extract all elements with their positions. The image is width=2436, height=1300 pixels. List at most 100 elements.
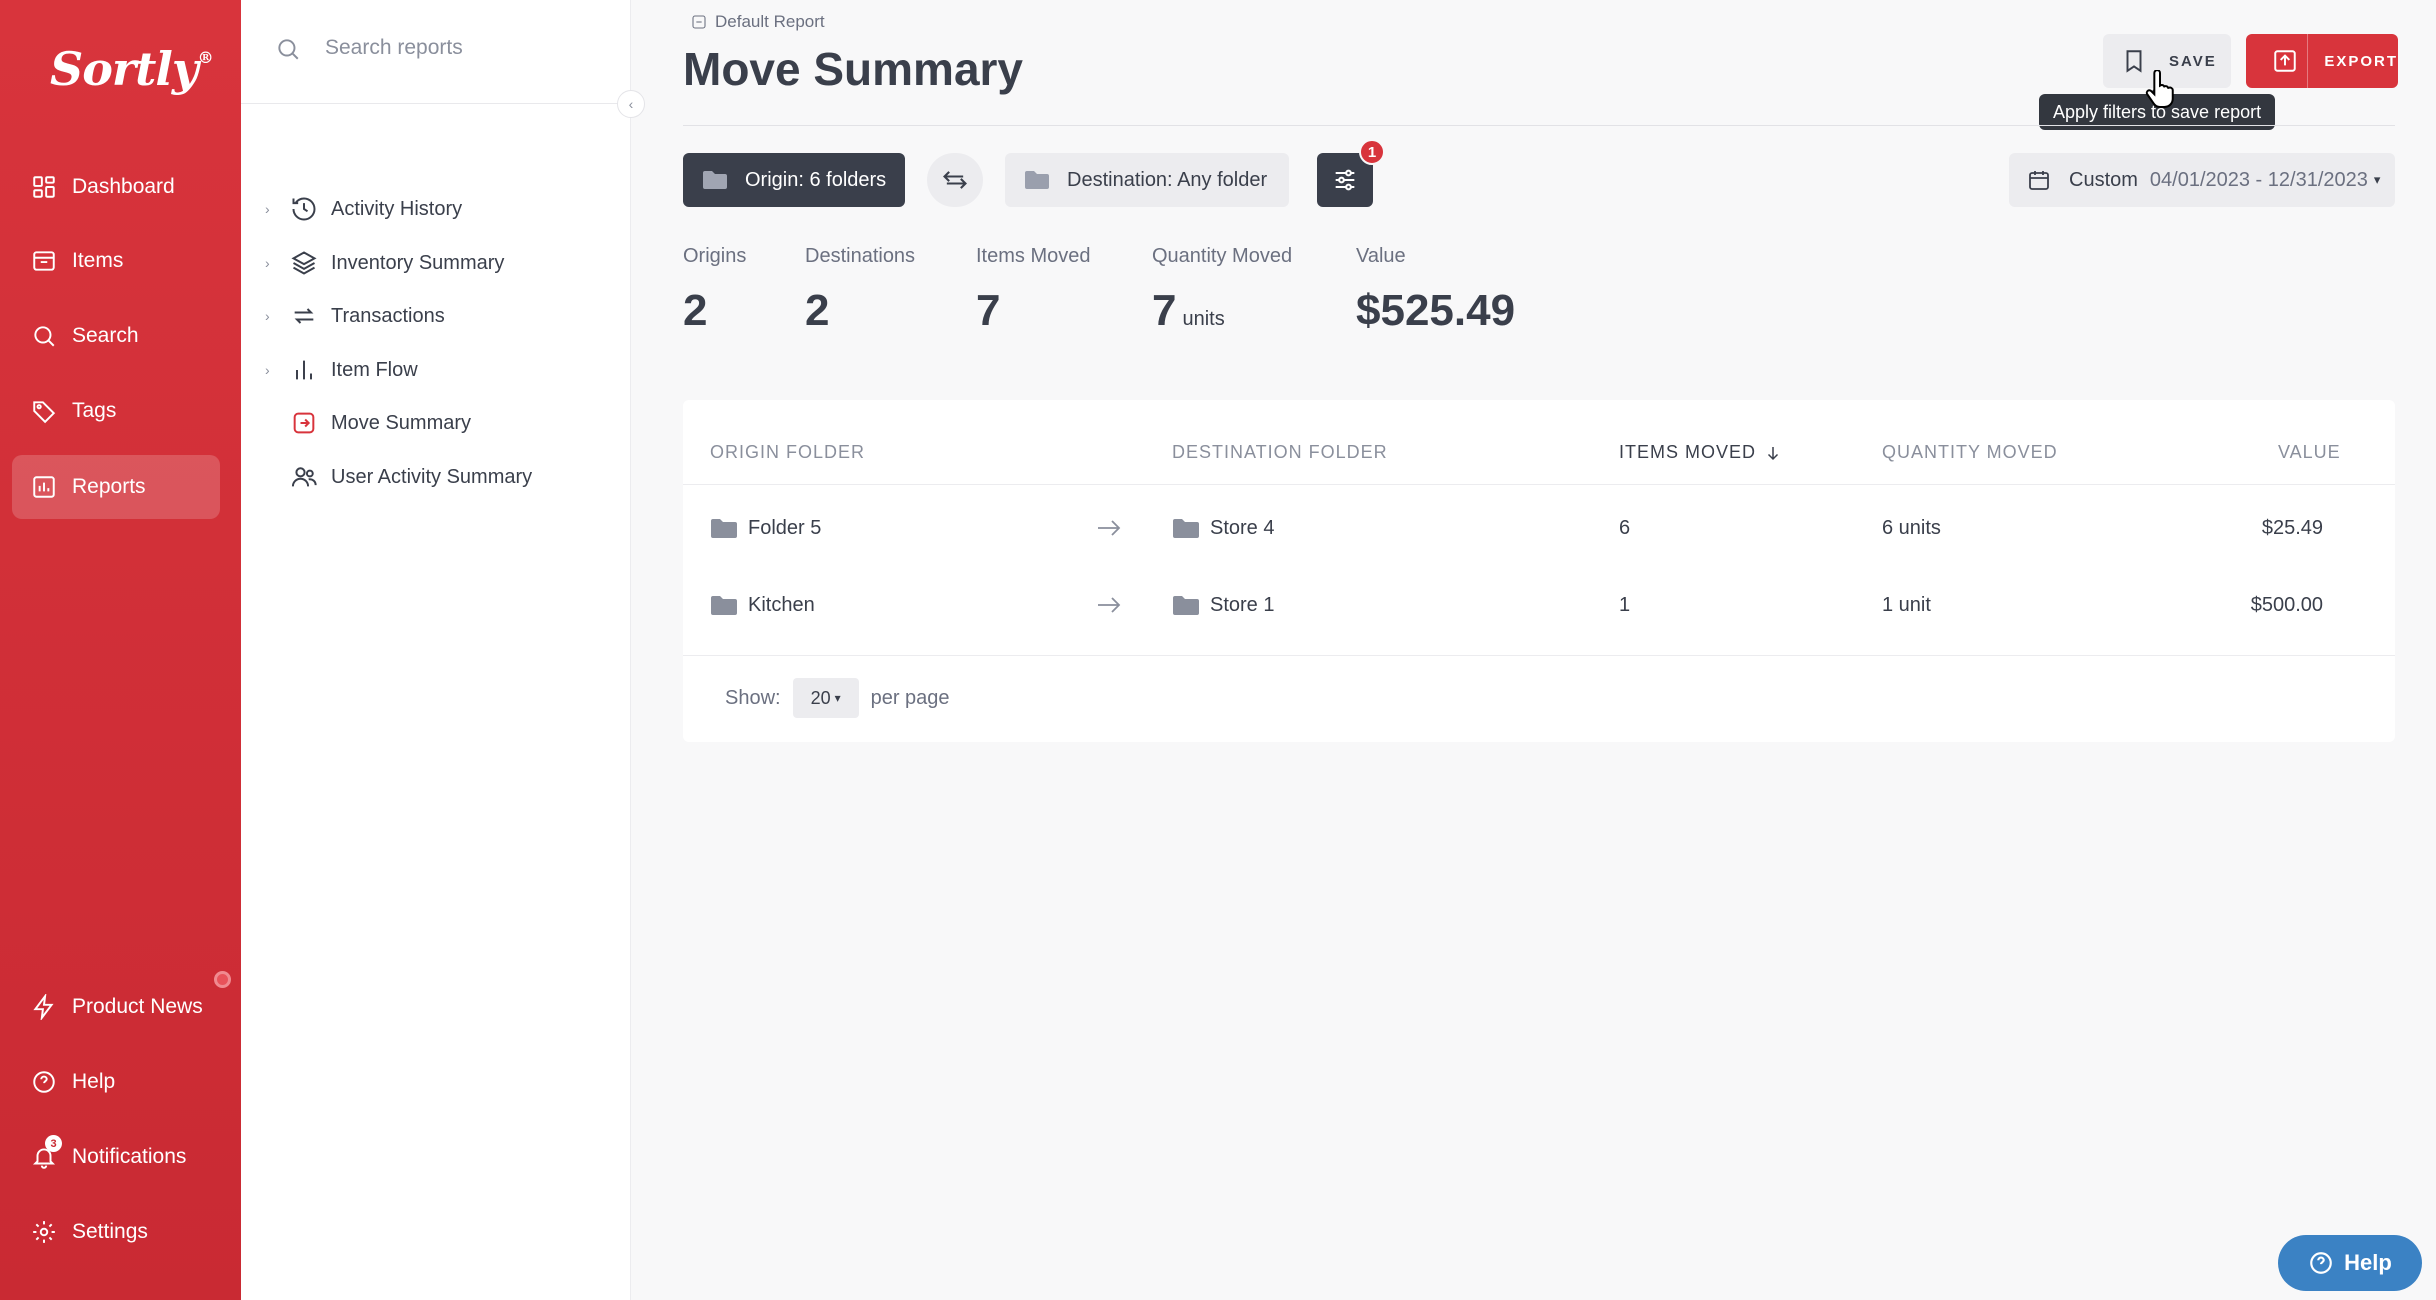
table-row-destination: Store 1 <box>1172 585 1274 625</box>
lightning-icon <box>30 993 58 1021</box>
folder-icon <box>1025 171 1049 189</box>
report-item-label: Activity History <box>331 197 463 220</box>
product-news-indicator <box>214 971 231 988</box>
folder-icon <box>1173 596 1199 615</box>
page-title: Move Summary <box>683 43 1024 95</box>
caret-down-icon: ▾ <box>834 691 841 705</box>
arrow-right-icon <box>1096 585 1122 625</box>
column-header-items-moved[interactable]: ITEMS MOVED <box>1619 442 1782 463</box>
per-page-label: per page <box>870 686 950 709</box>
nav-search-label: Search <box>72 324 139 347</box>
search-icon <box>278 39 299 60</box>
swap-folders-button[interactable] <box>927 153 983 207</box>
hand-cursor-icon <box>2145 70 2174 108</box>
destination-filter-button[interactable]: Destination: Any folder <box>1005 153 1289 207</box>
nav-notifications[interactable]: 3 Notifications <box>12 1125 220 1189</box>
chevron-right-icon[interactable]: › <box>265 362 289 378</box>
report-item-label: Inventory Summary <box>331 251 505 274</box>
table-row-quantity-moved: 6 units <box>1882 516 1941 539</box>
notifications-count: 3 <box>45 1135 62 1152</box>
reports-icon <box>30 473 58 501</box>
swap-arrows-icon <box>943 171 967 189</box>
nav-help[interactable]: Help <box>12 1050 220 1114</box>
nav-tags-label: Tags <box>72 399 117 422</box>
arrow-right-icon <box>1096 508 1122 548</box>
chevron-right-icon[interactable]: › <box>265 308 289 324</box>
dashboard-icon <box>30 173 58 201</box>
nav-dashboard[interactable]: Dashboard <box>12 155 220 219</box>
report-item-label: User Activity Summary <box>331 465 533 488</box>
main-sidebar: Sortly® Dashboard Items Search Tags Repo… <box>0 0 241 1300</box>
sliders-icon <box>1335 169 1355 191</box>
export-button[interactable]: EXPORT <box>2246 34 2398 88</box>
nav-tags[interactable]: Tags <box>12 379 220 443</box>
date-range-value: 04/01/2023 - 12/31/2023 <box>2149 168 2368 191</box>
nav-search[interactable]: Search <box>12 304 220 368</box>
table-row-value: $25.49 <box>2261 516 2323 539</box>
history-icon <box>289 194 319 224</box>
folder-icon <box>703 171 727 189</box>
active-filters-badge: 1 <box>1359 139 1385 165</box>
nav-reports-label: Reports <box>72 475 146 498</box>
per-page-select[interactable]: 20 ▾ <box>792 678 859 718</box>
nav-product-news[interactable]: Product News <box>12 975 220 1039</box>
bell-icon: 3 <box>30 1135 62 1171</box>
column-header-value[interactable]: VALUE <box>2278 442 2341 463</box>
column-header-origin[interactable]: ORIGIN FOLDER <box>710 442 865 463</box>
repeat-icon <box>289 301 319 331</box>
nav-settings-label: Settings <box>72 1220 148 1243</box>
report-item-inventory-summary[interactable]: › Inventory Summary <box>265 241 504 285</box>
nav-dashboard-label: Dashboard <box>72 175 175 198</box>
nav-items-label: Items <box>72 249 124 272</box>
date-preset-label: Custom <box>2069 168 2138 191</box>
nav-items[interactable]: Items <box>12 229 220 293</box>
stat-items-moved: Items Moved 7 <box>976 245 1091 335</box>
layers-icon <box>289 248 319 278</box>
tag-icon <box>30 397 58 425</box>
nav-reports[interactable]: Reports <box>12 455 220 519</box>
folder-icon <box>1173 519 1199 538</box>
column-header-quantity-moved[interactable]: QUANTITY MOVED <box>1882 442 2058 463</box>
sort-down-icon <box>1767 446 1779 460</box>
move-icon <box>289 408 319 438</box>
sortly-logo[interactable]: Sortly® <box>50 42 214 96</box>
date-range-filter[interactable]: Custom 04/01/2023 - 12/31/2023 ▾ <box>2009 153 2395 207</box>
header-divider <box>683 125 2395 126</box>
box-icon <box>30 247 58 275</box>
chevron-right-icon[interactable]: › <box>265 255 289 271</box>
advanced-filters-button[interactable]: 1 <box>1317 139 1385 207</box>
report-item-label: Transactions <box>331 304 445 327</box>
column-header-destination[interactable]: DESTINATION FOLDER <box>1172 442 1388 463</box>
table-row-items-moved: 1 <box>1619 593 1631 616</box>
report-item-label: Move Summary <box>331 411 472 434</box>
folder-icon <box>711 596 737 615</box>
report-item-label: Item Flow <box>331 358 418 381</box>
help-widget-button[interactable]: Help <box>2278 1235 2422 1291</box>
chevron-right-icon[interactable]: › <box>265 201 289 217</box>
pagination-footer: Show: 20 ▾ per page <box>725 678 950 718</box>
report-item-move-summary[interactable]: Move Summary <box>265 401 471 445</box>
help-circle-icon <box>30 1068 58 1096</box>
table-row-value: $500.00 <box>2250 593 2323 616</box>
stat-quantity-moved: Quantity Moved 7 units <box>1152 245 1293 335</box>
report-item-transactions[interactable]: › Transactions <box>265 294 445 338</box>
report-item-activity-history[interactable]: › Activity History <box>265 187 462 231</box>
origin-filter-button[interactable]: Origin: 6 folders <box>683 153 905 207</box>
upload-icon <box>2262 34 2309 88</box>
nav-help-label: Help <box>72 1070 116 1093</box>
search-reports-input[interactable] <box>325 28 605 68</box>
users-icon <box>289 462 319 492</box>
report-item-user-activity-summary[interactable]: User Activity Summary <box>265 455 532 499</box>
reports-panel: ‹ › Activity History › Inventory Summary… <box>241 0 645 1300</box>
report-item-item-flow[interactable]: › Item Flow <box>265 348 418 392</box>
nav-notifications-label: Notifications <box>72 1145 187 1168</box>
nav-settings[interactable]: Settings <box>12 1200 220 1264</box>
show-label: Show: <box>725 686 781 709</box>
table-row-destination: Store 4 <box>1172 508 1274 548</box>
gear-icon <box>30 1218 58 1246</box>
breadcrumb[interactable]: Default Report <box>691 12 825 32</box>
search-icon <box>30 322 58 350</box>
folder-icon <box>711 519 737 538</box>
caret-down-icon: ▾ <box>2373 172 2381 187</box>
calendar-icon <box>2029 171 2049 190</box>
